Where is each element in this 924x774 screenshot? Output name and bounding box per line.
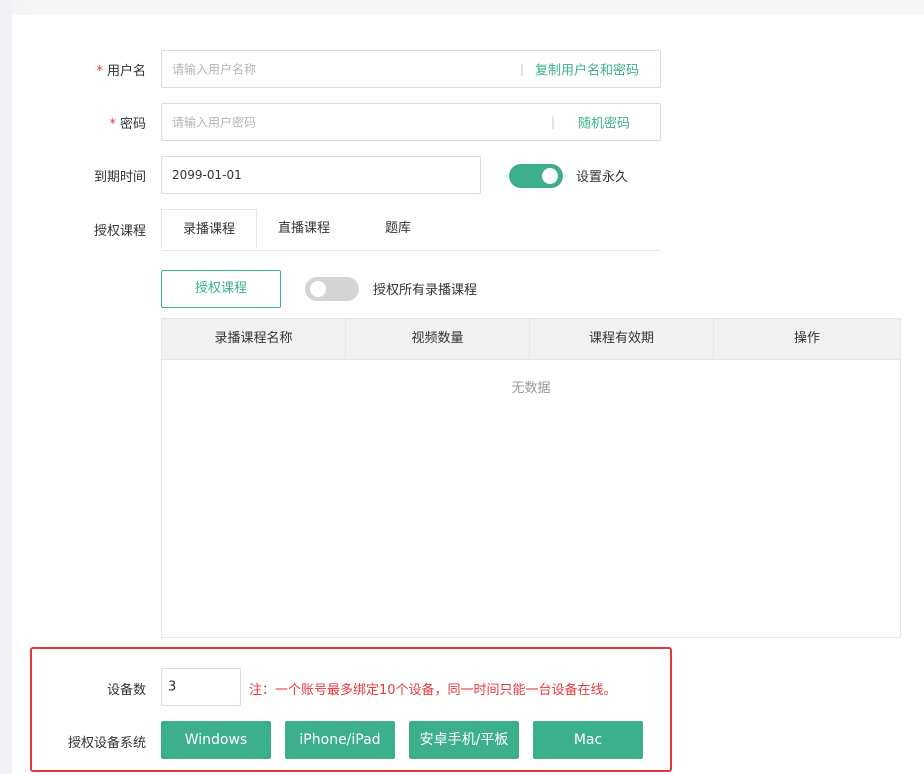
expiry-label: 到期时间 <box>93 170 146 185</box>
empty-state-text: 无数据 <box>511 381 551 396</box>
permanent-toggle[interactable] <box>509 164 563 188</box>
authorize-all-label: 授权所有录播课程 <box>373 283 478 298</box>
system-mac-button[interactable]: Mac <box>533 721 643 759</box>
password-input[interactable]: 请输入用户密码 | 随机密码 <box>161 103 661 141</box>
permanent-toggle-label: 设置永久 <box>576 170 629 185</box>
username-placeholder: 请输入用户名称 <box>172 62 257 77</box>
device-count-input[interactable]: 3 <box>161 668 241 706</box>
authorize-all-toggle[interactable] <box>305 277 359 301</box>
top-strip-inner <box>31 0 924 15</box>
password-separator: | <box>551 115 556 129</box>
system-android-button[interactable]: 安卓手机/平板 <box>409 721 519 759</box>
table-header: 录播课程名称 视频数量 课程有效期 操作 <box>162 319 900 360</box>
required-mark: * <box>96 64 103 79</box>
password-label: * 密码 <box>109 117 146 132</box>
column-header: 录播课程名称 <box>162 319 346 359</box>
toggle-knob <box>310 281 326 297</box>
device-count-label: 设备数 <box>106 683 146 698</box>
expiry-date-input[interactable]: 2099-01-01 <box>161 156 481 194</box>
tab-question-bank[interactable]: 题库 <box>351 209 445 249</box>
tab-live-courses[interactable]: 直播课程 <box>257 209 351 249</box>
random-password-link[interactable]: 随机密码 <box>578 113 630 132</box>
system-iphone-ipad-button[interactable]: iPhone/iPad <box>285 721 395 759</box>
recorded-courses-table: 录播课程名称 视频数量 课程有效期 操作 无数据 <box>161 318 901 638</box>
authorize-courses-label: 授权课程 <box>93 224 146 239</box>
password-placeholder: 请输入用户密码 <box>172 115 257 130</box>
expiry-date-value: 2099-01-01 <box>172 168 242 182</box>
device-count-value: 3 <box>168 679 177 695</box>
column-header: 操作 <box>793 331 820 346</box>
device-limit-note: 注：一个账号最多绑定10个设备，同一时间只能一台设备在线。 <box>249 683 617 698</box>
required-mark: * <box>109 117 116 132</box>
authorized-systems-label: 授权设备系统 <box>67 736 146 751</box>
column-header: 课程有效期 <box>530 319 714 359</box>
toggle-knob <box>542 168 558 184</box>
username-label: * 用户名 <box>96 64 146 79</box>
course-tabs: 录播课程 直播课程 题库 <box>161 209 661 251</box>
tab-recorded-courses[interactable]: 录播课程 <box>161 209 257 249</box>
username-input[interactable]: 请输入用户名称 | 复制用户名和密码 <box>161 50 661 88</box>
copy-credentials-link[interactable]: 复制用户名和密码 <box>535 60 639 79</box>
authorize-course-button[interactable]: 授权课程 <box>161 270 281 308</box>
system-windows-button[interactable]: Windows <box>161 721 271 759</box>
column-header: 视频数量 <box>346 319 530 359</box>
username-separator: | <box>520 62 525 76</box>
